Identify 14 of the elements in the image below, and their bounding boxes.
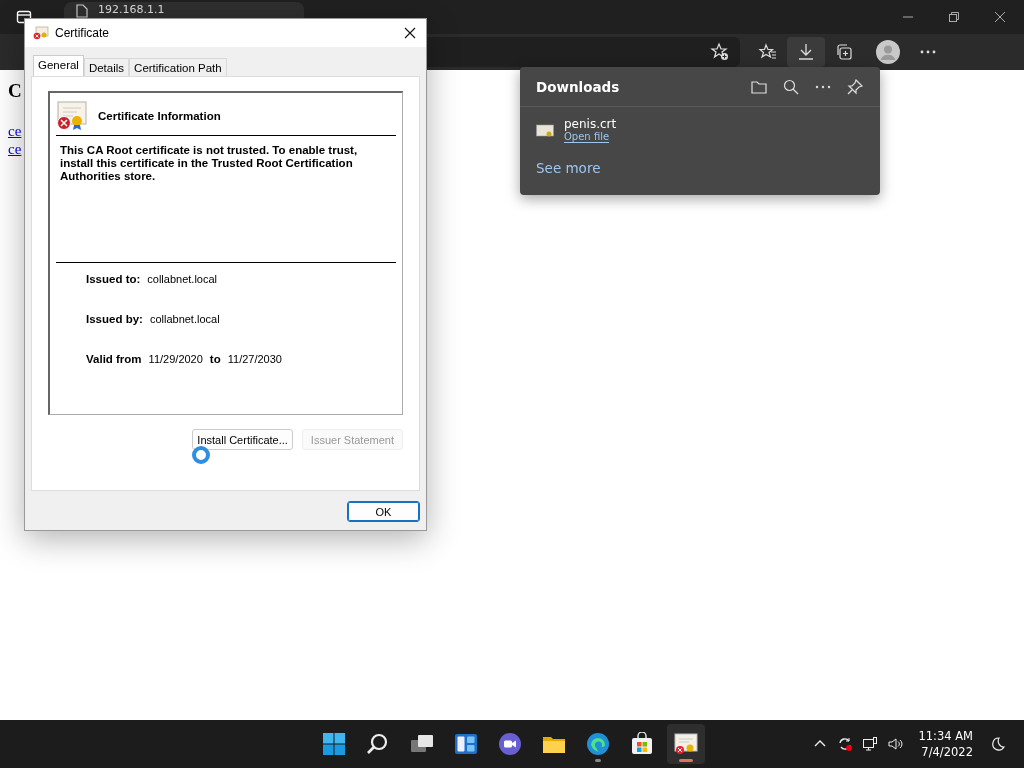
info-title: Certificate Information xyxy=(98,110,221,122)
field-value: 11/29/2020 xyxy=(148,353,203,365)
field-label: Valid from xyxy=(86,353,142,365)
downloads-title: Downloads xyxy=(536,78,620,95)
field-value: collabnet.local xyxy=(147,273,218,285)
field-value: collabnet.local xyxy=(149,313,220,325)
page-heading: C xyxy=(8,80,22,102)
field-label: to xyxy=(209,353,221,365)
field-label: Issued by: xyxy=(86,313,143,325)
field-value: 11/27/2030 xyxy=(227,353,282,365)
dialog-title: Certificate xyxy=(55,26,110,40)
field-label: Issued to: xyxy=(86,273,141,285)
file-name: penis.crt xyxy=(564,117,617,131)
trust-message: This CA Root certificate is not trusted. To enable trust, install this certificate in the Trusted Root Certification Authorities store. xyxy=(56,136,396,263)
